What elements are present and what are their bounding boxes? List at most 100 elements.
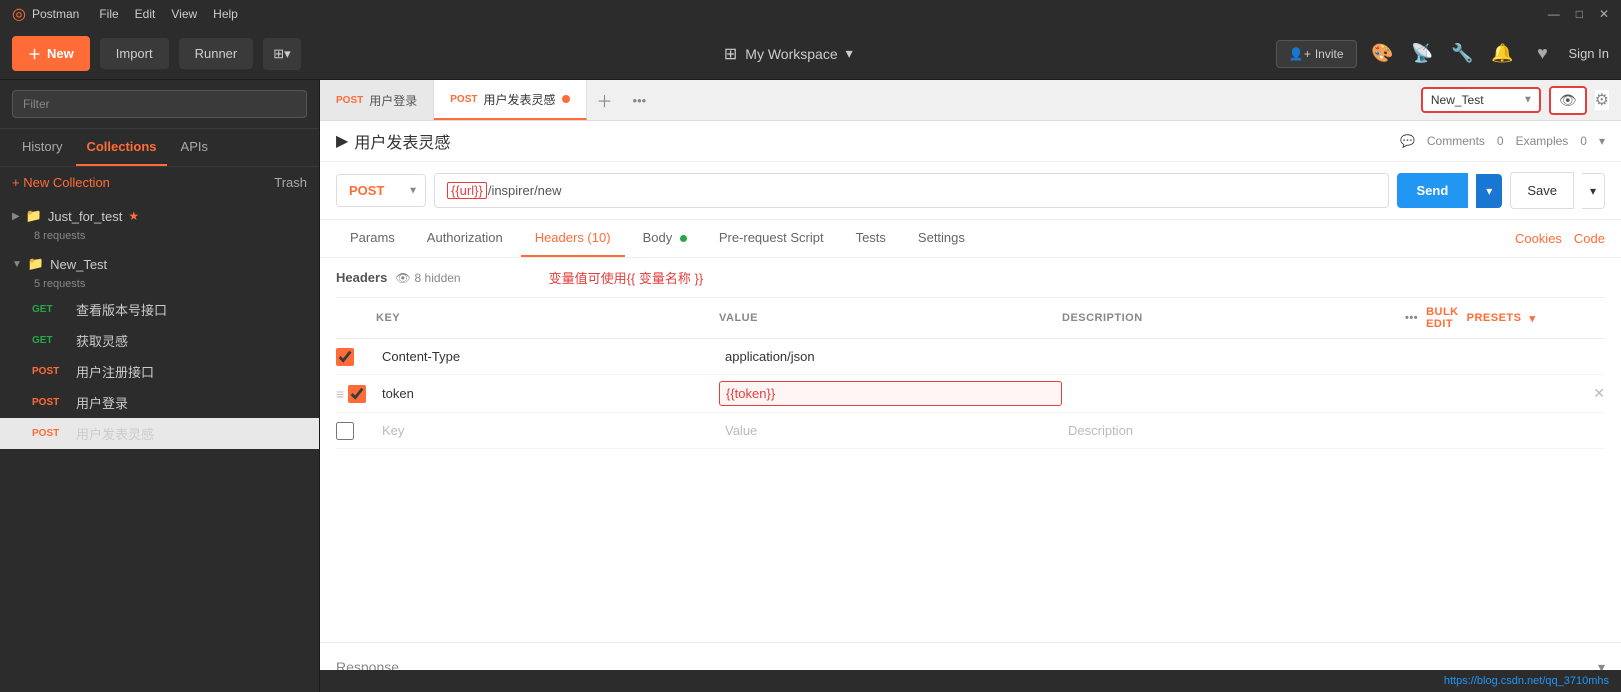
row-checkbox[interactable] bbox=[336, 422, 354, 440]
value-input-highlighted[interactable] bbox=[719, 381, 1062, 406]
annotation-var: 变量值可使用{{ 变量名称 }} bbox=[549, 268, 704, 287]
tab-headers[interactable]: Headers (10) bbox=[521, 220, 625, 257]
new-button[interactable]: ＋ New bbox=[12, 36, 90, 71]
sign-in-button[interactable]: Sign In bbox=[1569, 46, 1609, 61]
tab-history[interactable]: History bbox=[12, 129, 72, 166]
eye-button[interactable]: 👁 bbox=[1549, 86, 1587, 115]
tab-collections[interactable]: Collections bbox=[76, 129, 166, 166]
save-dropdown-button[interactable]: ▾ bbox=[1582, 173, 1605, 209]
tab-settings[interactable]: Settings bbox=[904, 220, 979, 257]
col-key: KEY bbox=[376, 312, 719, 324]
send-dropdown-button[interactable]: ▾ bbox=[1476, 174, 1502, 208]
collection-header-just-for-test[interactable]: ▶ 📁 Just_for_test ★ bbox=[12, 202, 307, 230]
eye-icon: 👁 bbox=[395, 271, 410, 285]
header-row-token: ≡ ✕ bbox=[336, 375, 1605, 413]
key-input[interactable] bbox=[376, 345, 719, 368]
comments-count: 0 bbox=[1497, 134, 1504, 148]
examples-chevron[interactable]: ▾ bbox=[1599, 134, 1605, 148]
hidden-badge[interactable]: 👁 8 hidden bbox=[395, 271, 460, 285]
tab-label: 用户发表灵感 bbox=[483, 91, 555, 108]
tab-user-inspire[interactable]: POST 用户发表灵感 bbox=[434, 80, 586, 120]
gear-button[interactable]: ⚙ bbox=[1595, 90, 1609, 110]
request-item-post-register[interactable]: POST 用户注册接口 bbox=[0, 356, 319, 387]
description-input-empty[interactable] bbox=[1062, 419, 1405, 442]
logo-icon: ◎ bbox=[12, 4, 26, 24]
tab-apis[interactable]: APIs bbox=[171, 129, 218, 166]
send-button[interactable]: Send bbox=[1397, 173, 1469, 208]
collection-header-new-test[interactable]: ▼ 📁 New_Test bbox=[12, 250, 307, 278]
tab-pre-request[interactable]: Pre-request Script bbox=[705, 220, 838, 257]
url-path: /inspirer/new bbox=[488, 183, 562, 198]
grid-icon: ⊞ bbox=[724, 44, 737, 64]
request-item-get-version[interactable]: GET 查看版本号接口 bbox=[0, 294, 319, 325]
value-input-empty[interactable] bbox=[719, 419, 1062, 442]
heart-icon[interactable]: ♥ bbox=[1529, 43, 1557, 64]
wrench-icon[interactable]: 🔧 bbox=[1449, 43, 1477, 64]
presets-chevron[interactable]: ▾ bbox=[1529, 312, 1535, 325]
more-options-icon[interactable]: ••• bbox=[1405, 312, 1418, 324]
row-checkbox[interactable] bbox=[336, 348, 354, 366]
request-meta: 💬 Comments 0 Examples 0 ▾ bbox=[1400, 134, 1605, 148]
search-input[interactable] bbox=[12, 90, 307, 118]
tab-tests[interactable]: Tests bbox=[842, 220, 900, 257]
env-select[interactable]: New_Test bbox=[1421, 87, 1541, 113]
runner-button[interactable]: Runner bbox=[179, 38, 254, 69]
request-item-get-inspiration[interactable]: GET 获取灵感 bbox=[0, 325, 319, 356]
sidebar-search-area bbox=[0, 80, 319, 129]
save-button[interactable]: Save bbox=[1510, 172, 1574, 209]
import-button[interactable]: Import bbox=[100, 38, 169, 69]
sidebar-tabs: History Collections APIs bbox=[0, 129, 319, 167]
workspace-selector[interactable]: ⊞ My Workspace ▾ bbox=[311, 44, 1266, 64]
chevron-down-icon: ▾ bbox=[846, 45, 853, 62]
tab-body[interactable]: Body bbox=[629, 220, 701, 257]
toolbar: ＋ New Import Runner ⊞▾ ⊞ My Workspace ▾ … bbox=[0, 28, 1621, 80]
tab-params[interactable]: Params bbox=[336, 220, 409, 257]
minimize-btn[interactable]: — bbox=[1548, 7, 1560, 21]
method-select[interactable]: POST GET PUT DELETE bbox=[336, 174, 426, 207]
menu-file[interactable]: File bbox=[99, 7, 118, 21]
headers-section: Headers 👁 8 hidden 变量值可使用{{ 变量名称 }} KEY … bbox=[320, 258, 1621, 642]
drag-handle[interactable]: ≡ bbox=[336, 386, 344, 402]
description-input[interactable] bbox=[1062, 382, 1405, 405]
presets-link[interactable]: Presets bbox=[1467, 312, 1522, 324]
cookies-link[interactable]: Cookies bbox=[1515, 231, 1562, 246]
method-badge: GET bbox=[32, 304, 68, 315]
tab-label: 用户登录 bbox=[369, 92, 417, 109]
url-input-wrapper: {{url}} /inspirer/new bbox=[434, 173, 1389, 208]
env-select-wrapper: New_Test bbox=[1421, 87, 1541, 113]
collection-count: 8 requests bbox=[12, 230, 307, 242]
menu-help[interactable]: Help bbox=[213, 7, 238, 21]
request-item-post-login[interactable]: POST 用户登录 bbox=[0, 387, 319, 418]
bulk-edit-link[interactable]: Bulk Edit bbox=[1426, 306, 1459, 330]
collapse-arrow[interactable]: ▶ bbox=[336, 131, 348, 151]
examples-count: 0 bbox=[1580, 134, 1587, 148]
request-title-bar: ▶ 用户发表灵感 💬 Comments 0 Examples 0 ▾ bbox=[320, 121, 1621, 162]
key-input-empty[interactable] bbox=[376, 419, 719, 442]
bell-icon[interactable]: 🔔 bbox=[1489, 43, 1517, 64]
trash-button[interactable]: Trash bbox=[274, 175, 307, 190]
close-btn[interactable]: ✕ bbox=[1599, 7, 1609, 21]
code-link[interactable]: Code bbox=[1574, 231, 1605, 246]
tab-authorization[interactable]: Authorization bbox=[413, 220, 517, 257]
window-controls[interactable]: — □ ✕ bbox=[1548, 7, 1609, 21]
more-tabs-button[interactable]: ••• bbox=[623, 80, 657, 120]
row-close-button[interactable]: ✕ bbox=[1593, 385, 1605, 402]
app-name: Postman bbox=[32, 7, 79, 21]
description-input[interactable] bbox=[1062, 345, 1405, 368]
sync-button[interactable]: ⊞▾ bbox=[263, 38, 300, 70]
key-input[interactable] bbox=[376, 382, 719, 405]
value-input[interactable] bbox=[719, 345, 1062, 368]
satellite-icon[interactable]: 📡 bbox=[1409, 43, 1437, 64]
invite-button[interactable]: 👤+ Invite bbox=[1276, 40, 1357, 68]
tab-user-login[interactable]: POST 用户登录 bbox=[320, 80, 434, 120]
menu-edit[interactable]: Edit bbox=[135, 7, 156, 21]
row-checkbox[interactable] bbox=[348, 385, 366, 403]
menu-view[interactable]: View bbox=[171, 7, 197, 21]
add-tab-button[interactable]: ＋ bbox=[587, 80, 623, 120]
collection-count: 5 requests bbox=[12, 278, 307, 290]
request-item-post-inspire[interactable]: POST 用户发表灵感 bbox=[0, 418, 319, 449]
new-collection-button[interactable]: + New Collection bbox=[12, 175, 110, 190]
folder-icon: 📁 bbox=[28, 256, 44, 272]
brush-icon[interactable]: 🎨 bbox=[1369, 43, 1397, 64]
maximize-btn[interactable]: □ bbox=[1576, 7, 1583, 21]
